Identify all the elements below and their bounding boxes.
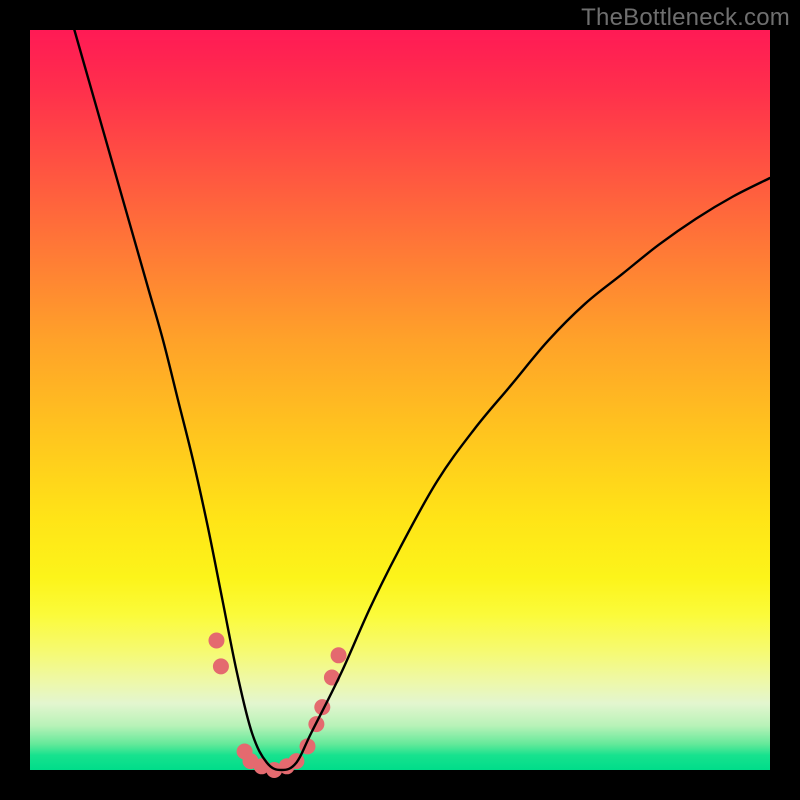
marker-dot <box>331 647 347 663</box>
chart-frame: TheBottleneck.com <box>0 0 800 800</box>
bottleneck-curve <box>74 30 770 770</box>
plot-area <box>30 30 770 770</box>
marker-dot <box>213 658 229 674</box>
watermark-text: TheBottleneck.com <box>581 4 790 32</box>
marker-dot <box>208 633 224 649</box>
chart-svg <box>30 30 770 770</box>
